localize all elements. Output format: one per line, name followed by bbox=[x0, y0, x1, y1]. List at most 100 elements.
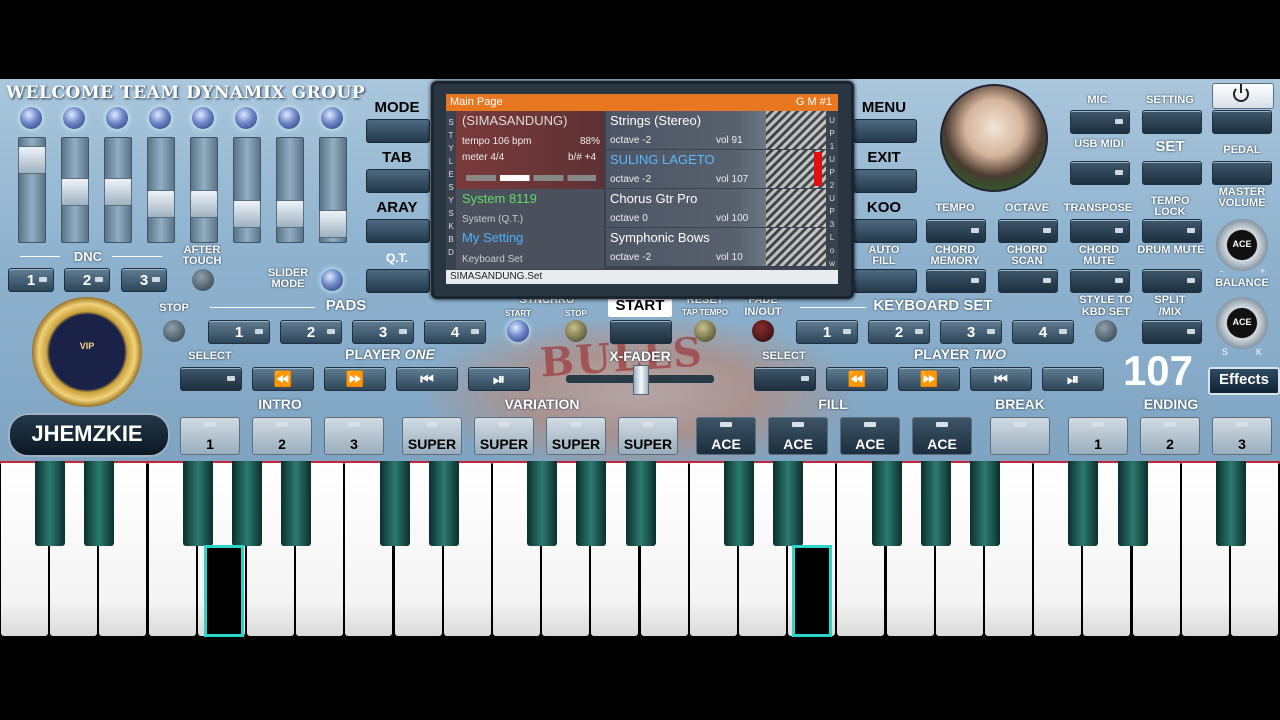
black-key[interactable] bbox=[281, 461, 312, 546]
setting-button[interactable] bbox=[1142, 110, 1202, 134]
aray-button[interactable] bbox=[366, 219, 430, 243]
channel-fader-8[interactable] bbox=[319, 137, 347, 243]
fader-cap[interactable] bbox=[147, 190, 175, 218]
channel-fader-5[interactable] bbox=[190, 137, 218, 243]
player-two-select-button[interactable] bbox=[754, 367, 816, 391]
section-button-4[interactable]: SUPER bbox=[402, 417, 462, 455]
black-key[interactable] bbox=[182, 461, 213, 546]
channel-knob-6[interactable] bbox=[235, 107, 257, 129]
black-key[interactable] bbox=[232, 461, 262, 546]
pad-button-4[interactable]: 4 bbox=[424, 320, 486, 344]
set-button[interactable] bbox=[1142, 161, 1202, 185]
black-key[interactable] bbox=[1068, 461, 1099, 546]
channel-fader-2[interactable] bbox=[61, 137, 89, 243]
stop-knob[interactable] bbox=[163, 320, 185, 342]
start-button[interactable] bbox=[610, 320, 672, 344]
channel-fader-6[interactable] bbox=[233, 137, 261, 243]
black-key[interactable] bbox=[773, 461, 804, 546]
pad-button-1[interactable]: 1 bbox=[208, 320, 270, 344]
black-key[interactable] bbox=[970, 461, 1000, 546]
channel-knob-4[interactable] bbox=[149, 107, 171, 129]
synchro-start-knob[interactable] bbox=[507, 320, 529, 342]
fader-cap[interactable] bbox=[319, 210, 347, 238]
kbd-set-button-1[interactable]: 1 bbox=[796, 320, 858, 344]
channel-fader-3[interactable] bbox=[104, 137, 132, 243]
black-key[interactable] bbox=[428, 461, 459, 546]
kbd-set-button-2[interactable]: 2 bbox=[868, 320, 930, 344]
dnc-button-3[interactable]: 3 bbox=[121, 268, 167, 292]
qt-button[interactable] bbox=[366, 269, 430, 293]
chord-memory-button[interactable] bbox=[926, 269, 986, 293]
slider-mode-knob[interactable] bbox=[321, 269, 343, 291]
split-mix-button[interactable] bbox=[1142, 320, 1202, 344]
player-one-rewind[interactable]: ⏪ bbox=[252, 367, 314, 391]
section-button-15[interactable]: 3 bbox=[1212, 417, 1272, 455]
channel-fader-4[interactable] bbox=[147, 137, 175, 243]
chord-mute-button[interactable] bbox=[1070, 269, 1130, 293]
section-button-11[interactable]: ACE bbox=[912, 417, 972, 455]
section-button-2[interactable]: 2 bbox=[252, 417, 312, 455]
tempo-lock-button[interactable] bbox=[1142, 219, 1202, 243]
black-key[interactable] bbox=[920, 461, 951, 546]
kbd-set-button-3[interactable]: 3 bbox=[940, 320, 1002, 344]
fader-cap[interactable] bbox=[233, 200, 261, 228]
section-button-8[interactable]: ACE bbox=[696, 417, 756, 455]
fader-cap[interactable] bbox=[61, 178, 89, 206]
section-button-13[interactable]: 1 bbox=[1068, 417, 1128, 455]
black-key[interactable] bbox=[527, 461, 558, 546]
black-key[interactable] bbox=[724, 461, 754, 546]
auto-fill-button[interactable] bbox=[853, 269, 917, 293]
player-one-forward[interactable]: ⏩ bbox=[324, 367, 386, 391]
player-one-select-button[interactable] bbox=[180, 367, 242, 391]
section-button-5[interactable]: SUPER bbox=[474, 417, 534, 455]
player-one-play-stop[interactable]: ⏯ bbox=[468, 367, 530, 391]
channel-fader-7[interactable] bbox=[276, 137, 304, 243]
mode-button[interactable] bbox=[366, 119, 430, 143]
usb-midi-button[interactable] bbox=[1070, 161, 1130, 185]
tempo-button[interactable] bbox=[926, 219, 986, 243]
fader-cap[interactable] bbox=[190, 190, 218, 218]
chord-scan-button[interactable] bbox=[998, 269, 1058, 293]
power-lower-button[interactable] bbox=[1212, 110, 1272, 134]
black-key[interactable] bbox=[871, 461, 902, 546]
dnc-button-2[interactable]: 2 bbox=[64, 268, 110, 292]
menu-button[interactable] bbox=[853, 119, 917, 143]
pad-button-2[interactable]: 2 bbox=[280, 320, 342, 344]
player-two-forward[interactable]: ⏩ bbox=[898, 367, 960, 391]
player-two-prev[interactable]: ⏮ bbox=[970, 367, 1032, 391]
synchro-stop-knob[interactable] bbox=[565, 320, 587, 342]
pedal-button[interactable] bbox=[1212, 161, 1272, 185]
channel-knob-3[interactable] bbox=[106, 107, 128, 129]
player-one-prev[interactable]: ⏮ bbox=[396, 367, 458, 391]
transpose-button[interactable] bbox=[1070, 219, 1130, 243]
section-button-6[interactable]: SUPER bbox=[546, 417, 606, 455]
black-key[interactable] bbox=[379, 461, 410, 546]
black-key[interactable] bbox=[625, 461, 656, 546]
xfader-cap[interactable] bbox=[633, 365, 649, 395]
dnc-button-1[interactable]: 1 bbox=[8, 268, 54, 292]
black-key[interactable] bbox=[1117, 461, 1148, 546]
reset-knob[interactable] bbox=[694, 320, 716, 342]
player-two-play-stop[interactable]: ⏯ bbox=[1042, 367, 1104, 391]
exit-button[interactable] bbox=[853, 169, 917, 193]
black-key[interactable] bbox=[84, 461, 115, 546]
fader-cap[interactable] bbox=[104, 178, 132, 206]
channel-knob-5[interactable] bbox=[192, 107, 214, 129]
fade-knob[interactable] bbox=[752, 320, 774, 342]
kbd-set-button-4[interactable]: 4 bbox=[1012, 320, 1074, 344]
channel-knob-2[interactable] bbox=[63, 107, 85, 129]
after-touch-knob[interactable] bbox=[192, 269, 214, 291]
pad-button-3[interactable]: 3 bbox=[352, 320, 414, 344]
section-button-3[interactable]: 3 bbox=[324, 417, 384, 455]
black-key[interactable] bbox=[576, 461, 607, 546]
section-button-12[interactable] bbox=[990, 417, 1050, 455]
channel-knob-1[interactable] bbox=[20, 107, 42, 129]
fader-cap[interactable] bbox=[276, 200, 304, 228]
channel-fader-1[interactable] bbox=[18, 137, 46, 243]
player-two-rewind[interactable]: ⏪ bbox=[826, 367, 888, 391]
style-to-kbd-knob[interactable] bbox=[1095, 320, 1117, 342]
koo-button[interactable] bbox=[853, 219, 917, 243]
black-key[interactable] bbox=[1216, 461, 1246, 546]
section-button-9[interactable]: ACE bbox=[768, 417, 828, 455]
tab-button[interactable] bbox=[366, 169, 430, 193]
